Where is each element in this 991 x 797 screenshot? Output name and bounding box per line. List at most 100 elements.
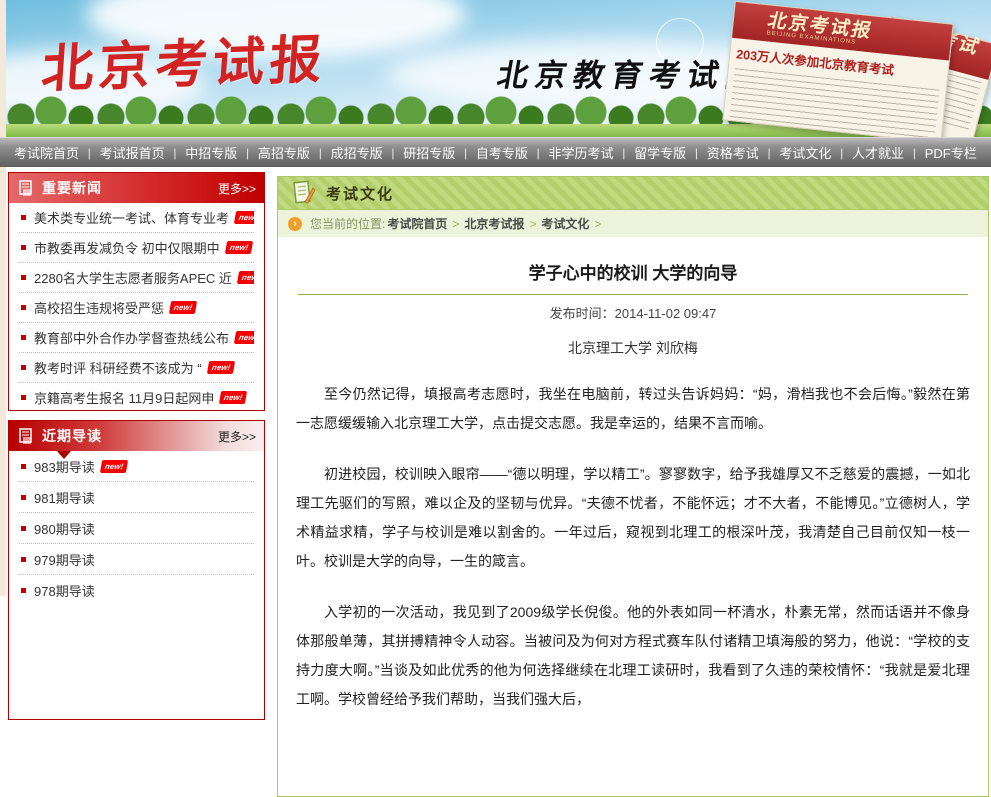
new-badge: new! (219, 391, 248, 404)
reading-list-item[interactable]: 979期导读 (19, 544, 254, 575)
section-header: 考试文化 (277, 176, 989, 210)
publish-time-value: 2014-11-02 09:47 (615, 306, 717, 321)
recent-reading-list: 983期导读 new! 981期导读 980期导读 979期导读 978期导读 (9, 451, 264, 605)
news-item-text: 美术类专业统一考试、体育专业考 (34, 208, 229, 227)
reading-item-text: 979期导读 (34, 550, 95, 569)
nav-item-exam-culture[interactable]: 考试文化 (779, 143, 831, 162)
important-news-list: 美术类专业统一考试、体育专业考 new! 市教委再发减负令 初中仅限期中 new… (9, 203, 264, 412)
nav-item-zhongzhao[interactable]: 中招专版 (185, 143, 237, 162)
breadcrumb-arrow-icon: › (288, 217, 302, 231)
breadcrumb-link-paper[interactable]: 北京考试报 (464, 215, 524, 232)
reading-item-text: 981期导读 (34, 488, 95, 507)
breadcrumb-separator: > (452, 217, 459, 231)
news-item-text: 高校招生违规将受严惩 (34, 298, 164, 317)
main-navigation: 考试院首页 | 考试报首页 | 中招专版 | 高招专版 | 成招专版 | 研招专… (0, 137, 991, 167)
document-icon (19, 180, 34, 197)
news-item-text: 市教委再发减负令 初中仅限期中 (34, 238, 220, 257)
nav-item-study-abroad[interactable]: 留学专版 (634, 143, 686, 162)
breadcrumb-link-culture[interactable]: 考试文化 (541, 215, 589, 232)
breadcrumb-separator: > (594, 217, 601, 231)
article: 学子心中的校训 大学的向导 发布时间：2014-11-02 09:47 北京理工… (277, 237, 989, 797)
bullet-icon (21, 464, 26, 469)
bullet-icon (21, 395, 26, 400)
important-news-panel: 重要新闻 更多>> 美术类专业统一考试、体育专业考 new! 市教委再发减负令 … (8, 172, 265, 411)
new-badge: new! (169, 301, 198, 314)
nav-divider: | (88, 146, 91, 160)
title-divider (298, 294, 968, 295)
nav-divider: | (537, 146, 540, 160)
section-title: 考试文化 (326, 183, 394, 204)
breadcrumb-label: 您当前的位置: (310, 215, 385, 232)
nav-divider: | (622, 146, 625, 160)
nav-divider: | (391, 146, 394, 160)
news-item-text: 2280名大学生志愿者服务APEC 近 (34, 268, 232, 287)
news-list-item[interactable]: 2280名大学生志愿者服务APEC 近 new! (19, 263, 254, 293)
header-pointer-icon (57, 451, 71, 459)
nav-item-chengzhao[interactable]: 成招专版 (331, 143, 383, 162)
reading-list-item[interactable]: 983期导读 new! (19, 451, 254, 482)
recent-reading-header: 近期导读 更多>> (9, 421, 264, 451)
nav-divider: | (319, 146, 322, 160)
nav-divider: | (840, 146, 843, 160)
bullet-icon (21, 275, 26, 280)
article-paragraph: 初进校园，校训映入眼帘——“德以明理，学以精工”。寥寥数字，给予我雄厚又不乏慈爱… (296, 460, 970, 576)
news-list-item[interactable]: 教育部中外合作办学督查热线公布 new! (19, 323, 254, 353)
new-badge: new! (206, 361, 235, 374)
nav-item-qualification[interactable]: 资格考试 (707, 143, 759, 162)
nav-item-non-academic[interactable]: 非学历考试 (548, 143, 613, 162)
reading-item-text: 983期导读 (34, 457, 95, 476)
breadcrumb-separator: > (529, 217, 536, 231)
bullet-icon (21, 557, 26, 562)
publish-time: 发布时间：2014-11-02 09:47 (296, 303, 970, 322)
nav-divider: | (246, 146, 249, 160)
nav-item-zikao[interactable]: 自考专版 (476, 143, 528, 162)
new-badge: new! (234, 331, 254, 344)
bullet-icon (21, 365, 26, 370)
newspaper-image-front: 北京考试报 BEIJING EXAMINATIONS 203万人次参加北京教育考… (722, 1, 953, 137)
nav-divider: | (464, 146, 467, 160)
news-list-item[interactable]: 教考时评 科研经费不该成为 “ new! (19, 353, 254, 383)
bullet-icon (21, 526, 26, 531)
site-banner: 北京考试报 北京教育考试院主办 北京考试报 北京考试报 BEIJING EXAM… (6, 0, 991, 137)
news-item-text: 教考时评 科研经费不该成为 “ (34, 358, 202, 377)
nav-item-gaozhao[interactable]: 高招专版 (258, 143, 310, 162)
news-list-item[interactable]: 市教委再发减负令 初中仅限期中 new! (19, 233, 254, 263)
recent-reading-more-link[interactable]: 更多>> (218, 428, 256, 445)
reading-list-item[interactable]: 980期导读 (19, 513, 254, 544)
nav-divider: | (695, 146, 698, 160)
new-badge: new! (234, 211, 254, 224)
article-author: 北京理工大学 刘欣梅 (296, 338, 970, 358)
recent-reading-panel: 近期导读 更多>> 983期导读 new! 981期导读 980期导读 979期… (8, 420, 265, 720)
bullet-icon (21, 588, 26, 593)
breadcrumb: › 您当前的位置: 考试院首页 > 北京考试报 > 考试文化 > (277, 210, 989, 237)
bullet-icon (21, 495, 26, 500)
bullet-icon (21, 335, 26, 340)
new-badge: new! (100, 460, 129, 473)
important-news-title: 重要新闻 (42, 178, 218, 198)
reading-item-text: 978期导读 (34, 581, 95, 600)
notepad-pencil-icon (292, 180, 316, 206)
nav-divider: | (768, 146, 771, 160)
nav-item-pdf[interactable]: PDF专栏 (925, 143, 977, 162)
recent-reading-title: 近期导读 (42, 426, 218, 446)
nav-item-careers[interactable]: 人才就业 (852, 143, 904, 162)
breadcrumb-link-home[interactable]: 考试院首页 (387, 215, 447, 232)
bullet-icon (21, 305, 26, 310)
publish-time-label: 发布时间： (550, 306, 615, 321)
nav-divider: | (173, 146, 176, 160)
news-item-text: 教育部中外合作办学督查热线公布 (34, 328, 229, 347)
reading-list-item[interactable]: 981期导读 (19, 482, 254, 513)
reading-list-item[interactable]: 978期导读 (19, 575, 254, 605)
nav-item-paper-home[interactable]: 考试报首页 (100, 143, 165, 162)
news-list-item[interactable]: 京籍高考生报名 11月9日起网申 new! (19, 383, 254, 412)
nav-item-yanzhao[interactable]: 研招专版 (403, 143, 455, 162)
important-news-more-link[interactable]: 更多>> (218, 180, 256, 197)
important-news-header: 重要新闻 更多>> (9, 173, 264, 203)
news-list-item[interactable]: 美术类专业统一考试、体育专业考 new! (19, 203, 254, 233)
bullet-icon (21, 215, 26, 220)
bullet-icon (21, 245, 26, 250)
news-list-item[interactable]: 高校招生违规将受严惩 new! (19, 293, 254, 323)
new-badge: new! (237, 271, 254, 284)
nav-divider: | (913, 146, 916, 160)
nav-item-exam-authority-home[interactable]: 考试院首页 (14, 143, 79, 162)
